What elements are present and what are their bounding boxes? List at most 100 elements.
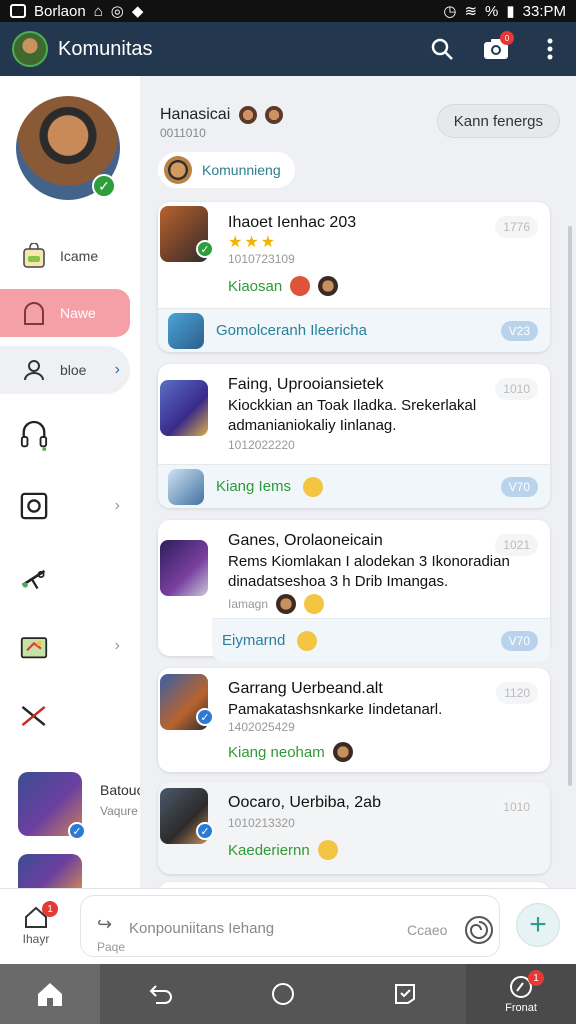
- post-title: Ganes, Orolaoneicain: [228, 532, 383, 549]
- headphones-icon: [20, 420, 48, 451]
- smile-emoji-icon: [297, 630, 318, 651]
- crossed-swords-icon: [20, 702, 48, 730]
- status-bar: Borlaon ⌂ ◎ ◆ ◷ ≋ % ▮ 33:PM: [0, 0, 576, 22]
- footer-image: [168, 312, 204, 349]
- clock-text: 33:PM: [522, 2, 566, 20]
- compose-action[interactable]: Ccaeo: [407, 922, 447, 938]
- feed: Hanasicai 0011010 Kann fenergs Komunnien…: [140, 76, 576, 888]
- post-card[interactable]: Faing, Uprooiansietek Kiockkian an Toak …: [158, 364, 550, 508]
- nav-profile-button[interactable]: Fronat 1: [466, 964, 576, 1024]
- sidebar-item-swords[interactable]: [0, 692, 130, 740]
- community-chip-label: Komunnieng: [202, 162, 281, 178]
- nav-home-circle-button[interactable]: [222, 964, 344, 1024]
- post-card[interactable]: Ganes, Orolaoneicain Rems Kiomlakan I al…: [158, 520, 550, 662]
- community-chip-avatar: [164, 156, 192, 184]
- search-button[interactable]: [428, 35, 456, 63]
- post-time: 1021: [495, 534, 538, 556]
- smile-emoji-icon: [317, 840, 338, 860]
- person-icon: [20, 356, 48, 384]
- add-button[interactable]: +: [516, 903, 560, 947]
- member-avatar: [265, 106, 284, 124]
- post-reaction[interactable]: Kiang neoham: [228, 742, 353, 762]
- back-icon: [149, 985, 172, 1004]
- post-footer[interactable]: Eiymarnd V70: [212, 618, 550, 662]
- sidebar-item-games[interactable]: Icame: [0, 232, 130, 280]
- game-thumbnail[interactable]: [18, 854, 82, 888]
- map-icon: [20, 632, 48, 660]
- community-chip[interactable]: Komunnieng: [158, 152, 295, 188]
- post-footer[interactable]: Kiang Iems V70: [158, 464, 550, 508]
- check-icon: ✓: [196, 708, 214, 726]
- chevron-right-icon: ›: [114, 361, 120, 378]
- sidebar-item-tools[interactable]: [0, 554, 130, 602]
- post-meta: 1012022220: [228, 438, 295, 452]
- game-thumbnail[interactable]: ✓: [18, 772, 86, 840]
- sidebar-item-label: bloe: [60, 362, 87, 378]
- bag-icon: [20, 242, 48, 270]
- post-image: ✓: [160, 206, 214, 262]
- note-icon: [395, 984, 415, 1004]
- sidebar-item-map[interactable]: ›: [0, 622, 130, 670]
- compose-input[interactable]: ↪ Konpouniitans Iehang Paqe Ccaeo: [80, 895, 500, 957]
- reaction-label: Kiang neoham: [228, 743, 325, 761]
- more-menu-button[interactable]: [536, 35, 564, 63]
- sidebar-item-camera[interactable]: ›: [0, 482, 130, 530]
- compose-sublabel: Paqe: [97, 940, 126, 954]
- app-bar: Komunitas 0: [0, 22, 576, 76]
- post-card[interactable]: ✓ Oocaro, Uerbiba, 2ab 1010213320 1010 K…: [158, 782, 550, 874]
- post-image: ✓: [160, 788, 214, 844]
- smile-emoji-icon: [303, 476, 324, 497]
- nav-back-button[interactable]: [100, 964, 222, 1024]
- sidebar-item-news[interactable]: Nawe: [0, 289, 130, 337]
- join-button[interactable]: Kann fenergs: [436, 104, 560, 138]
- header-name: Hanasicai: [160, 106, 284, 124]
- compose-placeholder: Konpouniitans Iehang: [129, 920, 275, 937]
- footer-label: Gomolceranh Ileericha: [216, 322, 367, 339]
- composer-bar: Ihayr 1 ↪ Konpouniitans Iehang Paqe Ccae…: [0, 888, 576, 964]
- post-title: Ihaoet Ienhac 203: [228, 214, 357, 231]
- square-camera-icon: [20, 492, 48, 520]
- chevron-right-icon: ›: [114, 637, 120, 654]
- post-reaction[interactable]: Kaederiernn: [228, 840, 338, 860]
- count-badge: V70: [500, 630, 538, 651]
- user-avatar: [276, 594, 297, 614]
- nav-home-button[interactable]: [0, 964, 100, 1024]
- post-meta: Iamagn: [228, 594, 325, 614]
- camera-button[interactable]: 0: [482, 31, 514, 63]
- alarm-icon: ◷: [443, 3, 457, 20]
- circle-icon: [272, 983, 294, 1005]
- home-icon: [38, 983, 62, 1006]
- reaction-label: Kaederiernn: [228, 841, 310, 859]
- nav-recents-button[interactable]: [344, 964, 466, 1024]
- search-icon: [431, 38, 453, 60]
- footer-label: Kiang Iems: [216, 478, 292, 495]
- post-footer[interactable]: Gomolceranh Ileericha V23: [158, 308, 550, 352]
- notification-icon: ⌂: [93, 2, 103, 20]
- post-meta: 1010723109: [228, 252, 295, 266]
- sidebar-item-label: Icame: [60, 248, 99, 264]
- post-reaction[interactable]: Kiaosan: [228, 276, 339, 296]
- post-body: Rems Kiomlakan I alodekan 3 Ikonoradian …: [228, 553, 510, 590]
- arch-icon: [20, 299, 48, 327]
- system-nav-bar: Fronat 1: [0, 964, 576, 1024]
- camera-badge: 0: [500, 31, 514, 45]
- sidebar-item-blog[interactable]: bloe ›: [0, 346, 130, 394]
- sidebar-item-headphones[interactable]: [0, 412, 130, 460]
- post-title: Oocaro, Uerbiba, 2ab: [228, 794, 381, 811]
- check-icon: ✓: [68, 822, 86, 840]
- swirl-icon[interactable]: [463, 914, 495, 946]
- thumbnail-subtitle: Vaqure: [100, 804, 138, 818]
- scrollbar[interactable]: [568, 226, 572, 786]
- heart-emoji-icon: [290, 276, 311, 296]
- post-card[interactable]: ✓ Garrang Uerbeand.alt Pamakatashsnkarke…: [158, 668, 550, 772]
- check-icon: ✓: [196, 240, 214, 258]
- post-card[interactable]: ✓ Ihaoet Ienhac 203 ★★★ 1010723109 1776 …: [158, 202, 550, 352]
- post-body: Kiockkian an Toak Iladka. Srekerlakal ad…: [228, 397, 477, 434]
- verified-check-icon: ✓: [92, 174, 116, 198]
- tools-icon: [20, 564, 48, 592]
- user-avatar: [318, 276, 339, 296]
- community-avatar[interactable]: [12, 31, 48, 67]
- post-time: 1010: [495, 378, 538, 400]
- post-image: ✓: [160, 674, 214, 730]
- post-time: 1120: [496, 682, 538, 704]
